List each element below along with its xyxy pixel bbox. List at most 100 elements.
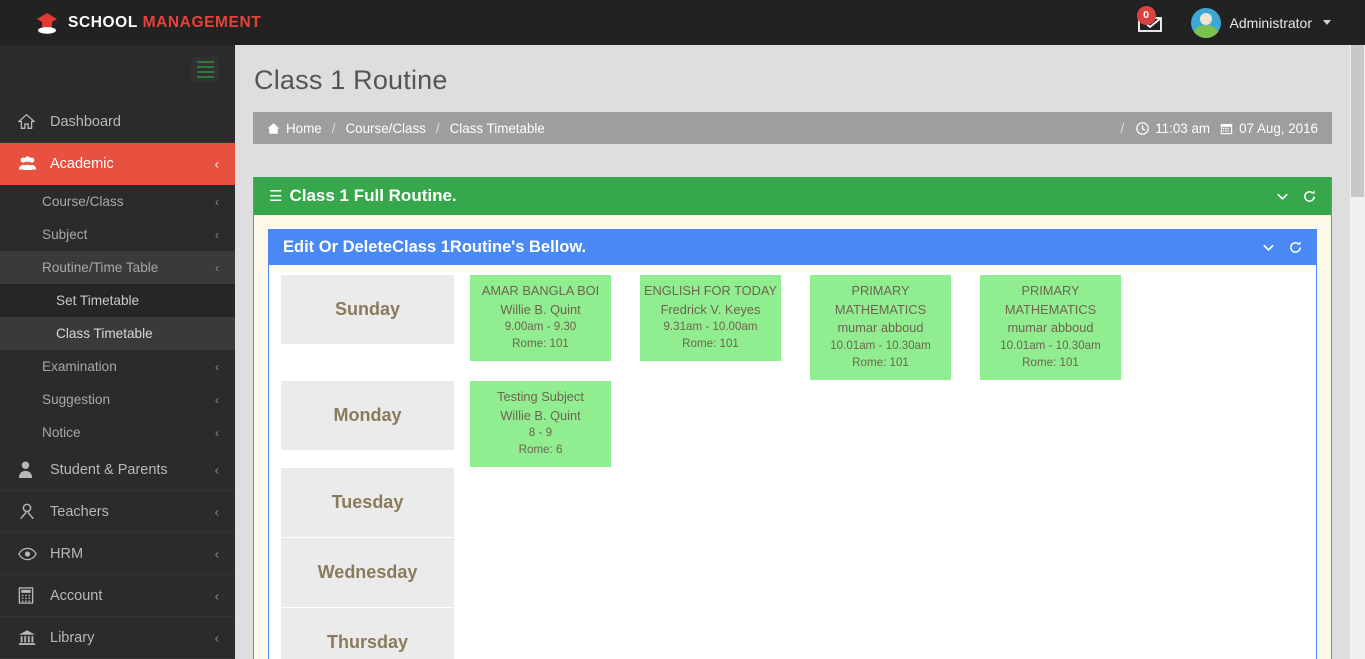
routine-row: Thursday	[281, 608, 1316, 659]
routine-slot[interactable]: Testing Subject Willie B. Quint 8 - 9 Ro…	[470, 380, 611, 468]
refresh-icon[interactable]	[1288, 240, 1303, 255]
day-label: Monday	[281, 380, 454, 450]
breadcrumb-time: 11:03 am	[1155, 120, 1211, 136]
slot-room: Rome: 101	[852, 355, 909, 369]
chevron-down-icon[interactable]	[1261, 240, 1276, 255]
day-label: Wednesday	[281, 538, 454, 608]
user-name: Administrator	[1229, 14, 1312, 31]
sidebar-item-label: Teachers	[50, 503, 109, 520]
envelope-icon	[1135, 16, 1165, 42]
slot-teacher: mumar abboud	[1007, 320, 1094, 336]
sidebar-subitem-course-class[interactable]: Course/Class ‹	[0, 185, 235, 218]
sidebar-subitem-set-timetable[interactable]: Set Timetable	[0, 284, 235, 317]
slot-subject: PRIMARY MATHEMATICS	[1004, 283, 1097, 317]
brand-title: SCHOOL MANAGEMENT	[68, 14, 261, 32]
panel-actions	[1261, 240, 1303, 255]
edit-delete-routine-panel: Edit Or DeleteClass 1Routine's Bellow. S…	[268, 229, 1317, 659]
sidebar-item-label: Library	[50, 629, 95, 646]
sidebar-item-label: HRM	[50, 545, 84, 562]
slot-subject: PRIMARY MATHEMATICS	[834, 283, 927, 317]
day-label: Thursday	[281, 608, 454, 659]
sidebar-subitem-label: Class Timetable	[56, 326, 153, 341]
sidebar-subitem-label: Subject	[42, 227, 88, 242]
sidebar: Dashboard Academic ‹ Course/Class ‹ Subj…	[0, 45, 235, 659]
day-label: Sunday	[281, 275, 454, 344]
messages-badge: 0	[1136, 5, 1156, 25]
sidebar-item-library[interactable]: Library ‹	[0, 617, 235, 659]
user-menu[interactable]: Administrator	[1190, 7, 1331, 38]
chevron-down-icon[interactable]	[1275, 189, 1290, 204]
sidebar-item-account[interactable]: Account ‹	[0, 575, 235, 617]
sidebar-item-academic[interactable]: Academic ‹	[0, 143, 235, 185]
sidebar-item-label: Account	[50, 587, 103, 604]
breadcrumb-separator: /	[435, 120, 440, 136]
sidebar-subitem-notice[interactable]: Notice ‹	[0, 416, 235, 449]
breadcrumb-datetime: / 11:03 am 07 Aug, 2016	[1120, 121, 1318, 136]
top-bar: SCHOOL MANAGEMENT 0 Administrator	[0, 0, 1365, 45]
sidebar-item-dashboard[interactable]: Dashboard	[0, 101, 235, 143]
refresh-icon[interactable]	[1302, 189, 1317, 204]
calculator-icon	[18, 587, 40, 604]
slot-time: 10.01am - 10.30am	[830, 339, 931, 353]
routine-slot[interactable]: PRIMARY MATHEMATICS mumar abboud 10.01am…	[810, 275, 951, 380]
breadcrumb-separator: /	[331, 120, 336, 136]
routine-row: Sunday AMAR BANGLA BOI Willie B. Quint 9…	[281, 275, 1316, 380]
page-scrollbar-thumb[interactable]	[1351, 45, 1364, 197]
chevron-left-icon: ‹	[215, 359, 219, 374]
routine-slot[interactable]: PRIMARY MATHEMATICS mumar abboud 10.01am…	[980, 275, 1121, 380]
slot-teacher: Willie B. Quint	[500, 407, 581, 423]
page-scrollbar[interactable]	[1350, 45, 1365, 659]
brand-logo-area[interactable]: SCHOOL MANAGEMENT	[0, 0, 261, 45]
chevron-left-icon: ‹	[215, 227, 219, 242]
sidebar-subitem-routine-time-table[interactable]: Routine/Time Table ‹	[0, 251, 235, 284]
messages-button[interactable]: 0	[1135, 5, 1165, 38]
chevron-left-icon: ‹	[215, 260, 219, 275]
chevron-left-icon: ‹	[214, 588, 219, 603]
sidebar-subitem-examination[interactable]: Examination ‹	[0, 350, 235, 383]
slot-teacher: mumar abboud	[837, 320, 924, 336]
sidebar-item-label: Academic	[50, 155, 114, 172]
user-icon	[18, 461, 40, 478]
hamburger-menu-icon[interactable]	[191, 57, 219, 82]
chevron-left-icon: ‹	[214, 156, 219, 171]
chevron-left-icon: ‹	[215, 194, 219, 209]
teacher-icon	[18, 503, 40, 520]
sidebar-item-label: Dashboard	[50, 113, 121, 130]
breadcrumb: Home / Course/Class / Class Timetable / …	[253, 112, 1332, 144]
sidebar-item-hrm[interactable]: HRM ‹	[0, 533, 235, 575]
full-routine-panel: ☰ Class 1 Full Routine. Edit Or DeleteCl…	[253, 177, 1332, 659]
routine-row: Wednesday	[281, 538, 1316, 608]
sidebar-subitem-class-timetable[interactable]: Class Timetable	[0, 317, 235, 350]
slot-room: Rome: 101	[1022, 355, 1079, 369]
breadcrumb-home[interactable]: Home	[286, 121, 322, 136]
routine-row: Monday Testing Subject Willie B. Quint 8…	[281, 380, 1316, 468]
sidebar-item-student-parents[interactable]: Student & Parents ‹	[0, 449, 235, 491]
sidebar-subitem-label: Notice	[42, 425, 81, 440]
sidebar-item-teachers[interactable]: Teachers ‹	[0, 491, 235, 533]
bank-icon	[18, 629, 40, 646]
sidebar-subitem-label: Routine/Time Table	[42, 260, 159, 275]
sidebar-subitem-subject[interactable]: Subject ‹	[0, 218, 235, 251]
main-content: Class 1 Routine Home / Course/Class / Cl…	[235, 45, 1365, 659]
sidebar-subitem-label: Set Timetable	[56, 293, 140, 308]
breadcrumb-date: 07 Aug, 2016	[1239, 120, 1318, 136]
slot-room: Rome: 101	[512, 337, 569, 351]
bars-icon: ☰	[269, 188, 283, 205]
slot-room: Rome: 101	[682, 337, 739, 351]
full-routine-panel-title: Class 1 Full Routine.	[289, 186, 457, 205]
sidebar-subitem-suggestion[interactable]: Suggestion ‹	[0, 383, 235, 416]
day-label: Tuesday	[281, 468, 454, 538]
routine-slot[interactable]: AMAR BANGLA BOI Willie B. Quint 9.00am -…	[470, 275, 611, 362]
eye-icon	[18, 547, 40, 561]
breadcrumb-course-class[interactable]: Course/Class	[345, 121, 425, 136]
chevron-left-icon: ‹	[214, 462, 219, 477]
full-routine-panel-header: ☰ Class 1 Full Routine.	[254, 177, 1331, 215]
routine-slot[interactable]: ENGLISH FOR TODAY Fredrick V. Keyes 9.31…	[640, 275, 781, 362]
breadcrumb-current: Class Timetable	[449, 120, 545, 136]
calendar-icon	[1220, 122, 1233, 135]
brand-part2: MANAGEMENT	[142, 13, 262, 31]
chevron-left-icon: ‹	[215, 425, 219, 440]
chevron-left-icon: ‹	[214, 546, 219, 561]
slot-teacher: Willie B. Quint	[500, 301, 581, 317]
routine-row: Tuesday	[281, 468, 1316, 538]
